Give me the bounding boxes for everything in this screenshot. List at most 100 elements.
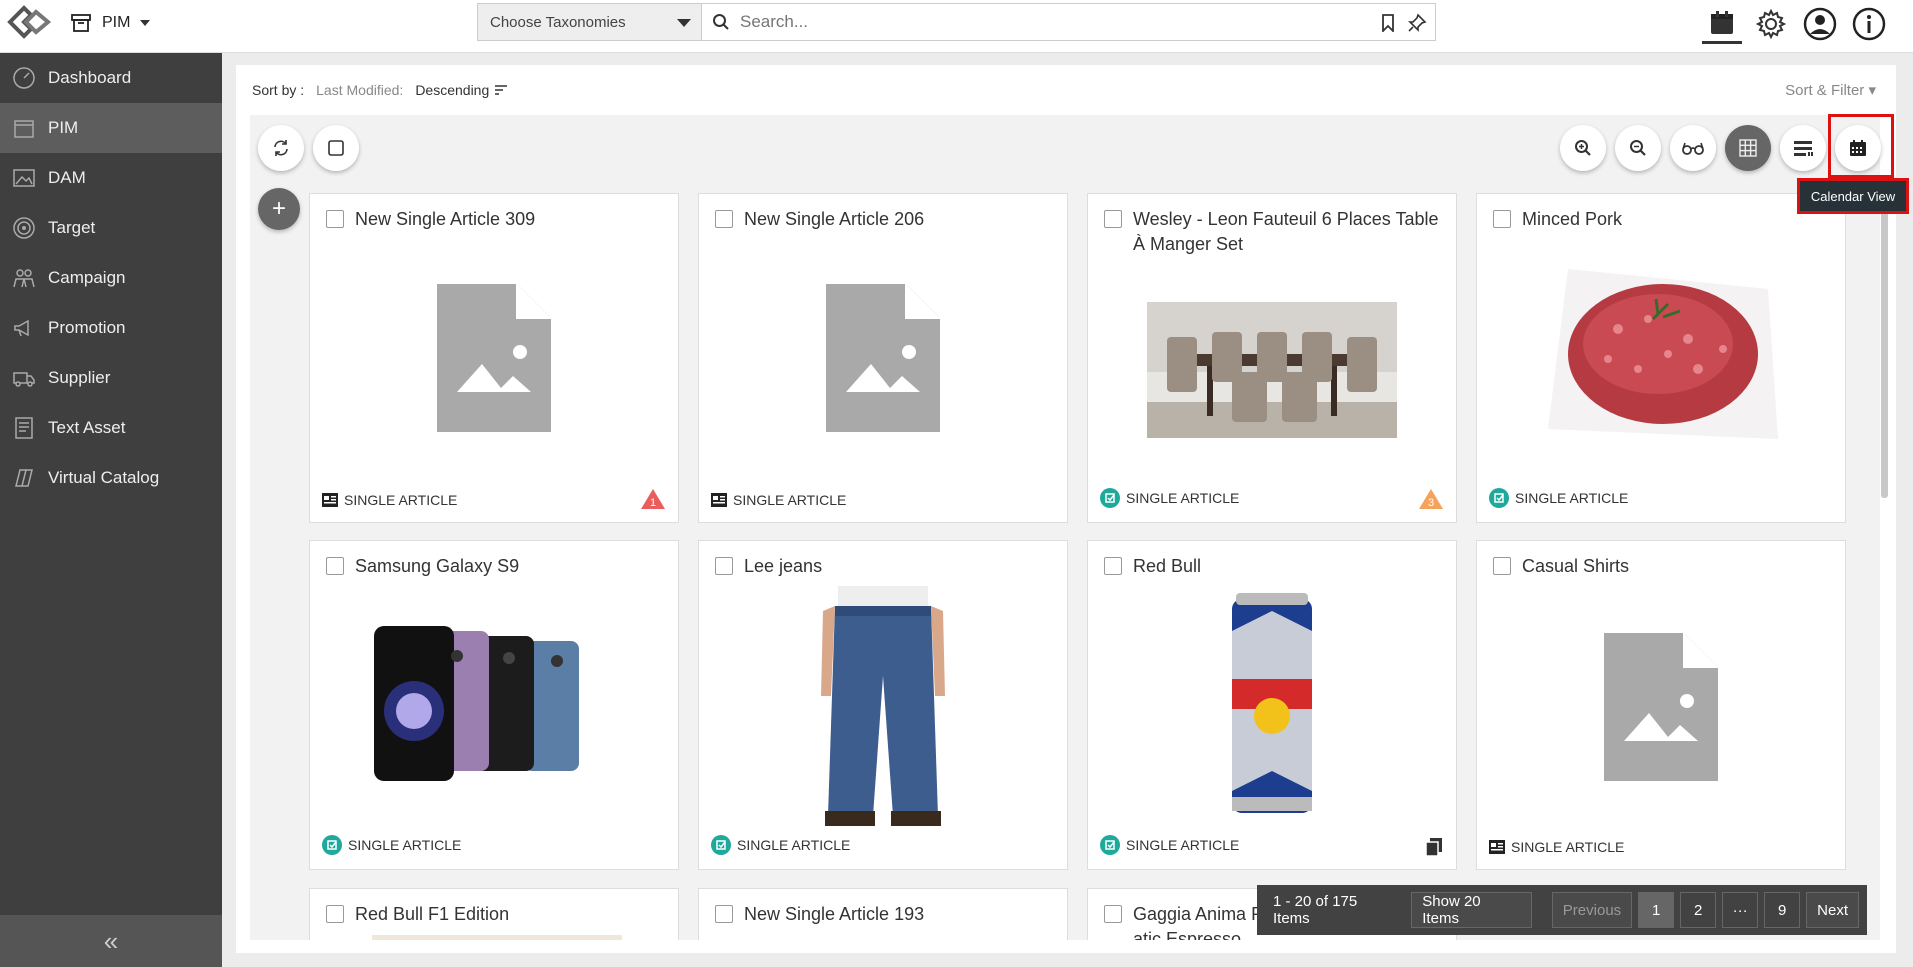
placeholder-image-icon <box>826 284 940 432</box>
plus-icon: + <box>271 195 286 222</box>
page-button[interactable]: 9 <box>1764 892 1801 928</box>
product-card[interactable]: New Single Article 309 SINGLE ARTICLE 1 <box>309 193 679 523</box>
sidebar-item-promotion[interactable]: Promotion <box>0 303 222 353</box>
sidebar: Dashboard PIM DAM Target Campaign Promot… <box>0 53 222 967</box>
article-status-icon <box>1100 488 1120 508</box>
card-title: New Single Article 193 <box>744 904 925 924</box>
zoom-in-icon <box>1575 140 1591 156</box>
sidebar-item-label: Target <box>48 218 96 237</box>
product-card[interactable]: Casual Shirts SINGLE ARTICLE <box>1476 540 1846 870</box>
placeholder-image-icon <box>1604 633 1718 781</box>
card-checkbox[interactable] <box>715 557 733 575</box>
sidebar-item-dashboard[interactable]: Dashboard <box>0 53 222 103</box>
truck-icon <box>13 372 35 387</box>
card-title: Samsung Galaxy S9 <box>355 556 520 576</box>
pin-icon[interactable] <box>1407 13 1427 33</box>
refresh-icon <box>274 140 288 156</box>
catalog-icon <box>15 469 33 487</box>
card-checkbox[interactable] <box>326 557 344 575</box>
page-button[interactable]: 2 <box>1680 892 1717 928</box>
card-checkbox[interactable] <box>715 210 733 228</box>
target-icon <box>13 217 35 239</box>
sidebar-item-campaign[interactable]: Campaign <box>0 253 222 303</box>
card-checkbox[interactable] <box>1493 557 1511 575</box>
card-checkbox[interactable] <box>326 905 344 923</box>
page-size-button[interactable]: Show 20 Items <box>1411 892 1532 928</box>
dining-table-image <box>1147 302 1397 438</box>
sidebar-item-label: PIM <box>48 118 79 137</box>
pagination-range: 1 - 20 of 175 Items <box>1273 893 1358 927</box>
list-icon <box>1794 141 1813 156</box>
product-card[interactable]: New Single Article 206 SINGLE ARTICLE <box>698 193 1068 523</box>
svg-text:3: 3 <box>1428 497 1434 509</box>
gear-icon[interactable] <box>1751 4 1791 44</box>
product-card[interactable]: Minced Pork SINGLE ARTICLE <box>1476 193 1846 523</box>
sidebar-item-dam[interactable]: DAM <box>0 153 222 203</box>
page-button[interactable]: 1 <box>1638 892 1675 928</box>
article-status-icon <box>322 835 342 855</box>
app-logo[interactable] <box>4 2 52 42</box>
zoom-out-button[interactable] <box>1615 125 1661 171</box>
product-card[interactable]: Red Bull SINGLE ARTICLE <box>1087 540 1457 870</box>
sidebar-item-label: Text Asset <box>48 418 126 437</box>
select-all-button[interactable] <box>313 125 359 171</box>
list-view-button[interactable] <box>1780 125 1826 171</box>
sidebar-item-pim[interactable]: PIM <box>0 103 222 153</box>
sidebar-item-virtual-catalog[interactable]: Virtual Catalog <box>0 453 222 503</box>
sidebar-item-label: Campaign <box>48 268 126 287</box>
card-footer: SINGLE ARTICLE <box>322 835 461 855</box>
user-profile-icon[interactable] <box>1800 4 1840 44</box>
minced-pork-image <box>1538 249 1784 449</box>
card-footer: SINGLE ARTICLE <box>711 835 850 855</box>
add-button[interactable]: + <box>258 188 300 230</box>
copy-icon[interactable] <box>1424 837 1444 857</box>
product-card[interactable]: New Single Article 193 <box>698 888 1068 940</box>
article-type-icon <box>1489 840 1505 854</box>
warning-badge-icon[interactable]: 3 <box>1418 488 1444 510</box>
search-input[interactable] <box>740 12 1340 32</box>
module-name: PIM <box>102 14 131 31</box>
product-card[interactable]: Wesley - Leon Fauteuil 6 Places Table À … <box>1087 193 1457 523</box>
card-checkbox[interactable] <box>1493 210 1511 228</box>
next-page-button[interactable]: Next <box>1806 892 1859 928</box>
card-title: New Single Article 206 <box>744 209 925 229</box>
card-checkbox[interactable] <box>326 210 344 228</box>
grid-scrollbar[interactable] <box>1881 193 1888 498</box>
calendar-view-highlight <box>1828 114 1894 178</box>
bookmark-icon[interactable] <box>1381 14 1395 32</box>
double-chevron-left-icon: « <box>103 925 119 956</box>
sidebar-item-target[interactable]: Target <box>0 203 222 253</box>
warning-badge-icon[interactable]: 1 <box>640 488 666 510</box>
card-checkbox[interactable] <box>1104 905 1122 923</box>
sidebar-item-text-asset[interactable]: Text Asset <box>0 403 222 453</box>
sidebar-item-supplier[interactable]: Supplier <box>0 353 222 403</box>
product-card[interactable]: Red Bull F1 Edition <box>309 888 679 941</box>
sort-direction[interactable]: Descending <box>415 82 489 98</box>
product-card[interactable]: Lee jeans SINGLE ARTICLE <box>698 540 1068 870</box>
energy-drink-can-image <box>1224 591 1320 821</box>
refresh-button[interactable] <box>258 125 304 171</box>
card-type: SINGLE ARTICLE <box>344 492 458 508</box>
campaign-icon <box>13 269 35 288</box>
info-icon[interactable] <box>1849 4 1889 44</box>
card-footer: SINGLE ARTICLE <box>1489 839 1624 855</box>
sort-filter-toggle[interactable]: Sort & Filter ▾ <box>1785 81 1876 99</box>
card-title: Minced Pork <box>1522 209 1623 229</box>
search-bar <box>702 3 1436 41</box>
card-checkbox[interactable] <box>1104 210 1122 228</box>
sort-lines-icon[interactable] <box>495 85 508 95</box>
previous-page-button[interactable]: Previous <box>1551 892 1633 928</box>
product-card[interactable]: Samsung Galaxy S9 SINGLE ARTICLE <box>309 540 679 870</box>
grid-view-button[interactable] <box>1725 125 1771 171</box>
card-checkbox[interactable] <box>715 905 733 923</box>
taxonomy-select[interactable]: Choose Taxonomies <box>477 3 702 41</box>
caret-down-icon <box>677 19 691 27</box>
article-status-icon <box>1100 835 1120 855</box>
preview-button[interactable] <box>1670 125 1716 171</box>
collapse-sidebar-button[interactable]: « <box>0 915 222 967</box>
calendar-nav-icon[interactable] <box>1702 4 1742 44</box>
zoom-in-button[interactable] <box>1560 125 1606 171</box>
card-checkbox[interactable] <box>1104 557 1122 575</box>
card-type: SINGLE ARTICLE <box>1126 837 1240 853</box>
module-switcher[interactable]: PIM <box>70 12 151 34</box>
